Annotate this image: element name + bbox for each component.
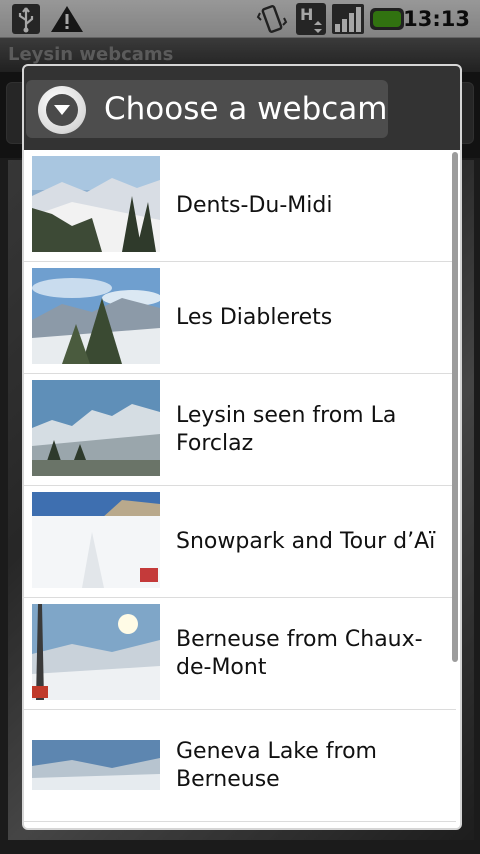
list-item[interactable]: Berneuse from Chaux-de-Mont xyxy=(24,598,456,710)
dialog-title: Choose a webcam xyxy=(104,91,388,127)
webcam-list[interactable]: Dents-Du-Midi Les Diablerets Leysin seen… xyxy=(24,150,460,828)
webcam-thumbnail xyxy=(32,380,160,476)
webcam-name: Les Diablerets xyxy=(176,305,333,330)
dialog-header: Choose a webcam xyxy=(24,66,460,150)
list-item[interactable]: Geneva Lake from Berneuse xyxy=(24,710,456,822)
webcam-name: Dents-Du-Midi xyxy=(176,193,333,218)
webcam-name: Geneva Lake from Berneuse xyxy=(176,739,377,792)
webcam-thumbnail xyxy=(32,740,160,790)
webcam-thumbnail xyxy=(32,492,160,588)
webcam-name: Snowpark and Tour d’Aï xyxy=(176,529,436,554)
list-item[interactable]: Leysin seen from La Forclaz xyxy=(24,374,456,486)
list-item[interactable]: Les Diablerets xyxy=(24,262,456,374)
list-item[interactable]: Dents-Du-Midi xyxy=(24,150,456,262)
webcam-thumbnail xyxy=(32,604,160,700)
list-scrollbar[interactable] xyxy=(452,152,458,662)
webcam-name: Berneuse from Chaux-de-Mont xyxy=(176,627,423,680)
webcam-name: Leysin seen from La Forclaz xyxy=(176,403,397,456)
dropdown-circle-icon xyxy=(38,86,86,134)
list-item[interactable]: Snowpark and Tour d’Aï xyxy=(24,486,456,598)
choose-webcam-dialog: Choose a webcam Dents-Du-Midi Les Diable… xyxy=(22,64,462,830)
webcam-thumbnail xyxy=(32,268,160,364)
webcam-thumbnail xyxy=(32,156,160,252)
